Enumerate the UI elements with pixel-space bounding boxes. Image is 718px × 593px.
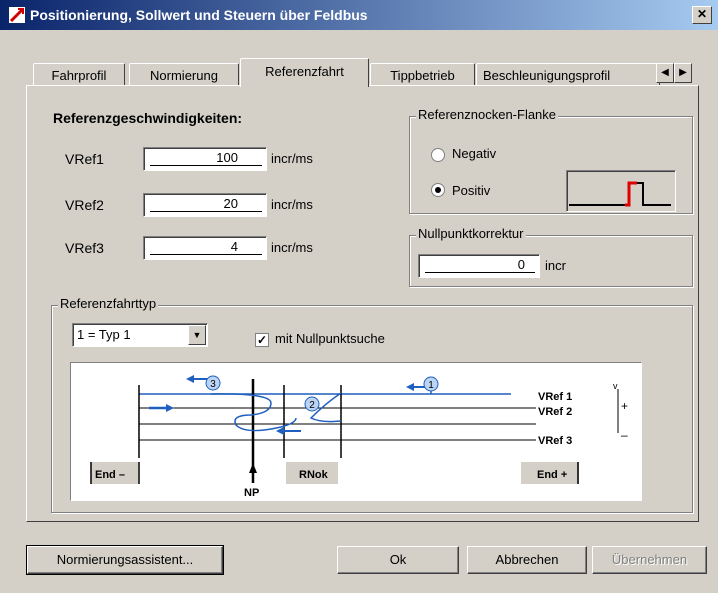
vref3-value: 4 xyxy=(150,240,262,255)
vref3-label: VRef3 xyxy=(65,240,104,256)
ref-type-selected: 1 = Typ 1 xyxy=(77,327,131,342)
app-icon xyxy=(9,7,25,23)
cam-edge-preview xyxy=(566,170,676,212)
ref-speeds-heading: Referenzgeschwindigkeiten: xyxy=(53,110,243,126)
vref1-unit: incr/ms xyxy=(271,151,313,166)
title-bar: Positionierung, Sollwert und Steuern übe… xyxy=(0,0,718,30)
close-icon[interactable]: ✕ xyxy=(692,6,712,24)
rnok-label: RNok xyxy=(299,469,329,481)
apply-button[interactable]: Übernehmen xyxy=(592,546,707,574)
rising-edge-icon xyxy=(569,181,671,207)
end-plus-label: End + xyxy=(537,469,567,481)
zero-correction-input[interactable]: 0 xyxy=(418,254,540,278)
vref2-label: VRef2 xyxy=(65,197,104,213)
radio-negativ-label[interactable]: Negativ xyxy=(452,146,496,161)
homing-diagram: 1 2 3 VRef 1 VRef 2 VRef 3 v + – End – R… xyxy=(70,362,642,501)
nullpunkt-checkbox-label[interactable]: mit Nullpunktsuche xyxy=(275,331,385,346)
ref-type-select[interactable]: 1 = Typ 1 ▼ xyxy=(72,323,208,347)
end-minus-label: End – xyxy=(95,469,125,481)
vref3-input[interactable]: 4 xyxy=(143,236,267,260)
arrow-right-icon xyxy=(166,404,174,412)
vref1-input[interactable]: 100 xyxy=(143,147,267,171)
vref2-diagram-label: VRef 2 xyxy=(538,406,572,418)
radio-positiv[interactable] xyxy=(431,183,445,197)
cancel-button[interactable]: Abbrechen xyxy=(467,546,587,574)
tab-scroll-right-icon[interactable]: ▶ xyxy=(674,63,692,83)
vref2-value: 20 xyxy=(150,197,262,212)
radio-positiv-label[interactable]: Positiv xyxy=(452,183,490,198)
vref3-diagram-label: VRef 3 xyxy=(538,435,572,447)
axis-minus-label: – xyxy=(621,428,628,442)
tab-scroll-left-icon[interactable]: ◀ xyxy=(656,63,674,83)
vref3-unit: incr/ms xyxy=(271,240,313,255)
ok-button[interactable]: Ok xyxy=(337,546,459,574)
zero-correction-title: Nullpunktkorrektur xyxy=(416,226,526,241)
vref1-diagram-label: VRef 1 xyxy=(538,391,572,403)
cam-edge-title: Referenznocken-Flanke xyxy=(416,107,559,122)
vref1-value: 100 xyxy=(150,151,262,166)
vref2-unit: incr/ms xyxy=(271,197,313,212)
normierungsassistent-button[interactable]: Normierungsassistent... xyxy=(26,545,224,575)
nullpunkt-checkbox[interactable]: ✓ xyxy=(255,333,269,347)
tab-referenzfahrt[interactable]: Referenzfahrt xyxy=(240,58,369,87)
marker-3-text: 3 xyxy=(210,379,216,390)
vref2-input[interactable]: 20 xyxy=(143,193,267,217)
marker-1-text: 1 xyxy=(428,380,434,391)
np-arrow-icon xyxy=(249,463,257,473)
zero-correction-unit: incr xyxy=(545,258,566,273)
vref1-label: VRef1 xyxy=(65,151,104,167)
homing-diagram-graphic: 1 2 3 VRef 1 VRef 2 VRef 3 v + – End – R… xyxy=(90,375,628,499)
chevron-down-icon[interactable]: ▼ xyxy=(188,325,206,345)
zero-correction-value: 0 xyxy=(425,258,535,273)
ref-type-title: Referenzfahrttyp xyxy=(58,296,159,311)
arrow-left-icon xyxy=(186,375,194,383)
arrow-left-icon xyxy=(406,383,414,391)
marker-2-text: 2 xyxy=(309,400,315,411)
radio-negativ[interactable] xyxy=(431,148,445,162)
np-label: NP xyxy=(244,487,259,499)
axis-v-label: v xyxy=(613,381,618,391)
axis-plus-label: + xyxy=(621,399,628,413)
window-title: Positionierung, Sollwert und Steuern übe… xyxy=(30,7,368,23)
